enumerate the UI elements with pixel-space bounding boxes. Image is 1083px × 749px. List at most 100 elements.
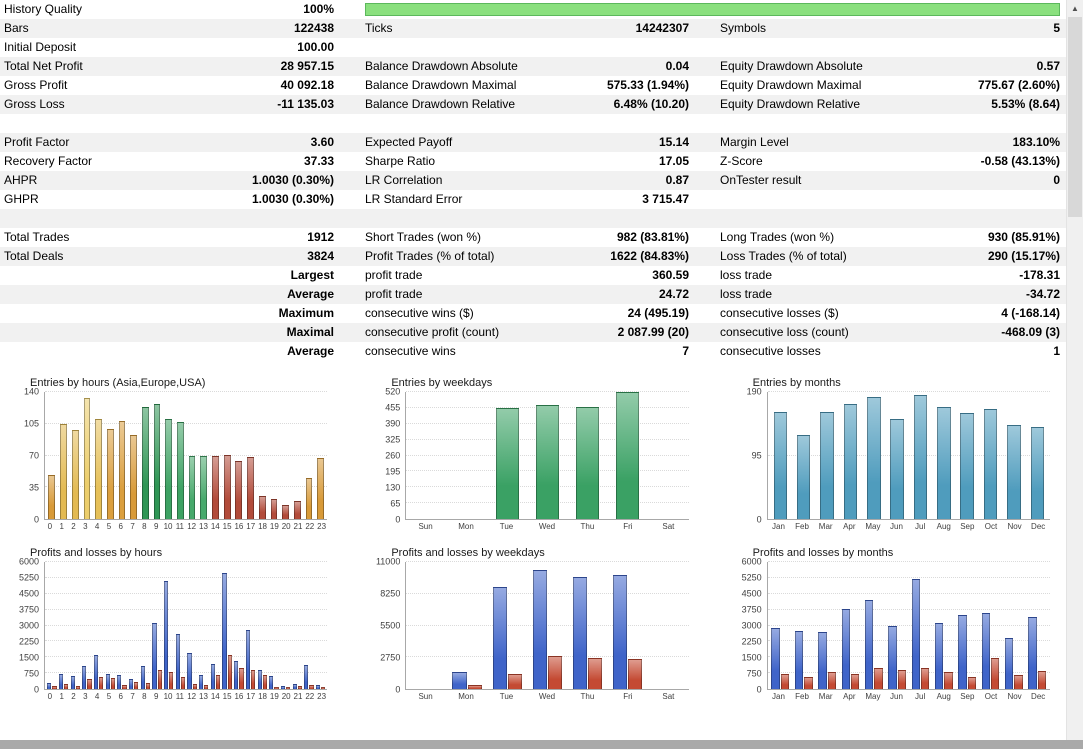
- x-tick-label: 7: [130, 522, 135, 531]
- stat-label: Gross Profit: [4, 78, 68, 92]
- y-tick-label: 260: [385, 450, 401, 461]
- entries-bar: [200, 455, 208, 519]
- x-tick-label: Sat: [662, 522, 675, 531]
- table-row: History Quality 100%: [0, 0, 1066, 19]
- x-tick-label: Thu: [580, 692, 595, 701]
- chart-title: Entries by months: [752, 377, 841, 389]
- stat-label: Equity Drawdown Maximal: [720, 78, 862, 92]
- stat-label: LR Standard Error: [365, 192, 463, 206]
- loss-bar: [204, 684, 209, 689]
- entries-bar: [130, 434, 138, 519]
- stat-value: 100.00: [297, 40, 334, 54]
- stat-value: 1912: [307, 230, 334, 244]
- x-tick-label: Jun: [890, 692, 903, 701]
- y-tick-label: 3000: [18, 620, 39, 631]
- strategy-tester-report: History Quality 100% Bars 122438 Ticks 142423…: [0, 0, 1083, 749]
- bars-area: [407, 562, 687, 689]
- loss-bar: [827, 672, 836, 689]
- profit-bar: [304, 664, 309, 689]
- stat-value: -11 135.03: [277, 97, 334, 111]
- entries-bar: [1030, 426, 1045, 519]
- stat-value: 3.60: [310, 135, 334, 149]
- y-axis: 0 35 70 105 140: [14, 387, 44, 524]
- loss-bar: [169, 672, 174, 689]
- bar-slot: [407, 562, 447, 689]
- loss-bar: [274, 686, 279, 689]
- bar-slot: [956, 562, 979, 689]
- chart-entries-by-weekdays: Entries by weekdays 0 65 130 195 260 325 390 45…: [375, 377, 689, 531]
- entries-bar: [282, 505, 289, 519]
- profit-bar: [315, 684, 321, 689]
- profit-bar: [841, 608, 850, 689]
- x-tick-label: Oct: [984, 692, 998, 701]
- x-tick-label: Sep: [960, 692, 975, 701]
- loss-bar: [944, 672, 953, 689]
- x-tick-label: Mar: [818, 522, 833, 531]
- stat-value: [913, 38, 1066, 57]
- chart-profits-losses-by-hours: Profits and losses by hours 0 750 1500 2250…: [14, 547, 328, 701]
- bar-slot: [93, 392, 105, 519]
- y-tick-label: 105: [23, 418, 39, 429]
- entries-bar: [1007, 425, 1021, 519]
- x-tick-label: 1: [59, 522, 64, 531]
- y-tick-label: 3750: [741, 604, 762, 615]
- stat-value: Maximum: [278, 306, 334, 320]
- vertical-scrollbar[interactable]: ▲: [1066, 0, 1083, 740]
- scroll-up-button[interactable]: ▲: [1067, 0, 1083, 17]
- bar-slot: [862, 562, 885, 689]
- y-tick-label: 750: [746, 668, 762, 679]
- loss-bar: [251, 669, 256, 689]
- bar-slot: [291, 392, 303, 519]
- stat-label: Equity Drawdown Relative: [720, 97, 861, 111]
- entries-bar: [305, 478, 313, 519]
- chart-entries-by-hours: Entries by hours (Asia,Europe,USA) 0 35 70…: [14, 377, 328, 531]
- x-tick-label: 0: [47, 522, 53, 531]
- bar-slot: [1026, 562, 1049, 689]
- x-tick-label: 3: [83, 692, 88, 701]
- table-row: [0, 209, 1066, 228]
- profit-bar: [572, 577, 588, 689]
- x-tick-label: 12: [187, 692, 197, 701]
- stat-label: [695, 190, 913, 209]
- y-axis: 0 95 190: [737, 387, 767, 524]
- stat-value: -178.31: [1019, 268, 1060, 282]
- profit-bar: [452, 671, 467, 689]
- y-tick-label: 8250: [380, 588, 401, 599]
- bar-slot: [1026, 392, 1049, 519]
- stat-label: consecutive losses ($): [720, 306, 839, 320]
- y-tick-label: 11000: [375, 556, 401, 567]
- profit-bar: [492, 587, 507, 689]
- x-tick-label: Tue: [499, 692, 514, 701]
- entries-bar: [235, 460, 243, 519]
- stat-label: Total Trades: [4, 230, 70, 244]
- bar-slot: [268, 562, 280, 689]
- stat-label: AHPR: [4, 173, 38, 187]
- stat-value: -0.58 (43.13%): [980, 154, 1060, 168]
- stat-label: [0, 304, 185, 323]
- x-tick-label: May: [865, 522, 881, 531]
- chart-title: Profits and losses by hours: [30, 547, 163, 559]
- y-tick-label: 455: [385, 402, 401, 413]
- stat-label: Balance Drawdown Absolute: [365, 59, 518, 73]
- stat-value: 7: [682, 344, 689, 358]
- x-tick-label: Nov: [1007, 522, 1022, 531]
- scroll-thumb[interactable]: [1068, 17, 1082, 217]
- x-tick-label: 20: [281, 522, 291, 531]
- x-tick-label: 6: [118, 692, 123, 701]
- table-row: Total Net Profit 28 957.15 Balance Drawdow…: [0, 57, 1066, 76]
- x-tick-label: 14: [210, 522, 220, 531]
- x-tick-label: 10: [163, 522, 173, 531]
- x-tick-label: 13: [199, 522, 208, 531]
- entries-bar: [106, 429, 114, 519]
- stat-label: [0, 266, 185, 285]
- profit-bar: [292, 683, 297, 689]
- bar-slot: [815, 392, 838, 519]
- stat-label: Sharpe Ratio: [365, 154, 436, 168]
- x-tick-label: Fri: [623, 692, 633, 701]
- entries-bar: [983, 408, 998, 519]
- bar-slot: [608, 562, 648, 689]
- entries-bar: [212, 455, 219, 519]
- stat-value: 1622 (84.83%): [610, 249, 689, 263]
- bars-area: [769, 562, 1049, 689]
- bar-slot: [81, 392, 93, 519]
